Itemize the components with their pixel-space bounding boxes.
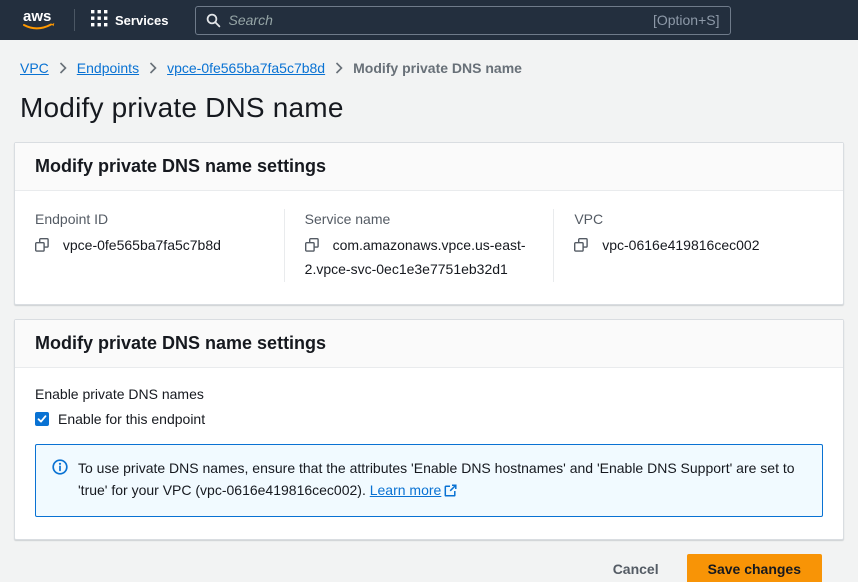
service-name-field: Service name com.amazonaws.vpce.us-east-… xyxy=(284,209,554,282)
aws-logo[interactable]: aws xyxy=(20,7,58,33)
learn-more-link[interactable]: Learn more xyxy=(370,482,442,498)
summary-card: Modify private DNS name settings Endpoin… xyxy=(14,142,844,305)
settings-card: Modify private DNS name settings Enable … xyxy=(14,319,844,540)
services-label: Services xyxy=(115,13,169,28)
endpoint-id-label: Endpoint ID xyxy=(35,211,264,227)
topbar-divider xyxy=(74,9,75,31)
enable-endpoint-checkbox-row[interactable]: Enable for this endpoint xyxy=(35,411,823,427)
info-icon xyxy=(52,459,68,503)
topbar: aws Services Search [Option+S] xyxy=(0,0,858,40)
svg-text:aws: aws xyxy=(23,8,51,25)
enable-endpoint-checkbox[interactable] xyxy=(35,412,49,426)
search-shortcut-hint: [Option+S] xyxy=(653,12,720,28)
form-actions: Cancel Save changes xyxy=(14,554,844,582)
vpc-label: VPC xyxy=(574,211,803,227)
endpoint-id-field: Endpoint ID vpce-0fe565ba7fa5c7b8d xyxy=(35,209,284,282)
info-alert: To use private DNS names, ensure that th… xyxy=(35,444,823,517)
service-name-value: com.amazonaws.vpce.us-east-2.vpce-svc-0e… xyxy=(305,237,526,277)
search-input[interactable]: Search [Option+S] xyxy=(195,6,731,35)
breadcrumb-current-page: Modify private DNS name xyxy=(353,60,522,76)
endpoint-id-value: vpce-0fe565ba7fa5c7b8d xyxy=(63,237,221,253)
copy-icon[interactable] xyxy=(305,239,323,255)
vpc-value: vpc-0616e419816cec002 xyxy=(602,237,759,253)
search-placeholder: Search xyxy=(229,12,645,28)
enable-private-dns-label: Enable private DNS names xyxy=(35,386,823,402)
breadcrumb-link-endpoints[interactable]: Endpoints xyxy=(77,60,139,76)
info-alert-text: To use private DNS names, ensure that th… xyxy=(78,457,806,503)
vpc-field: VPC vpc-0616e419816cec002 xyxy=(553,209,823,282)
breadcrumb: VPC Endpoints vpce-0fe565ba7fa5c7b8d Mod… xyxy=(14,58,844,76)
summary-card-title: Modify private DNS name settings xyxy=(15,143,843,191)
external-link-icon xyxy=(444,484,457,500)
settings-card-title: Modify private DNS name settings xyxy=(15,320,843,368)
search-icon xyxy=(206,13,221,28)
main-content: VPC Endpoints vpce-0fe565ba7fa5c7b8d Mod… xyxy=(0,40,858,582)
enable-endpoint-checkbox-label: Enable for this endpoint xyxy=(58,411,205,427)
service-name-label: Service name xyxy=(305,211,534,227)
breadcrumb-link-vpc[interactable]: VPC xyxy=(20,60,49,76)
breadcrumb-chevron-icon xyxy=(335,62,343,74)
breadcrumb-chevron-icon xyxy=(149,62,157,74)
page-title: Modify private DNS name xyxy=(20,92,844,124)
copy-icon[interactable] xyxy=(35,239,53,255)
services-menu-button[interactable]: Services xyxy=(91,10,169,30)
breadcrumb-chevron-icon xyxy=(59,62,67,74)
breadcrumb-link-endpoint-id[interactable]: vpce-0fe565ba7fa5c7b8d xyxy=(167,60,325,76)
services-grid-icon xyxy=(91,10,108,30)
copy-icon[interactable] xyxy=(574,239,592,255)
cancel-button[interactable]: Cancel xyxy=(613,555,659,582)
checkbox-check-icon xyxy=(37,414,47,424)
save-changes-button[interactable]: Save changes xyxy=(687,554,822,582)
